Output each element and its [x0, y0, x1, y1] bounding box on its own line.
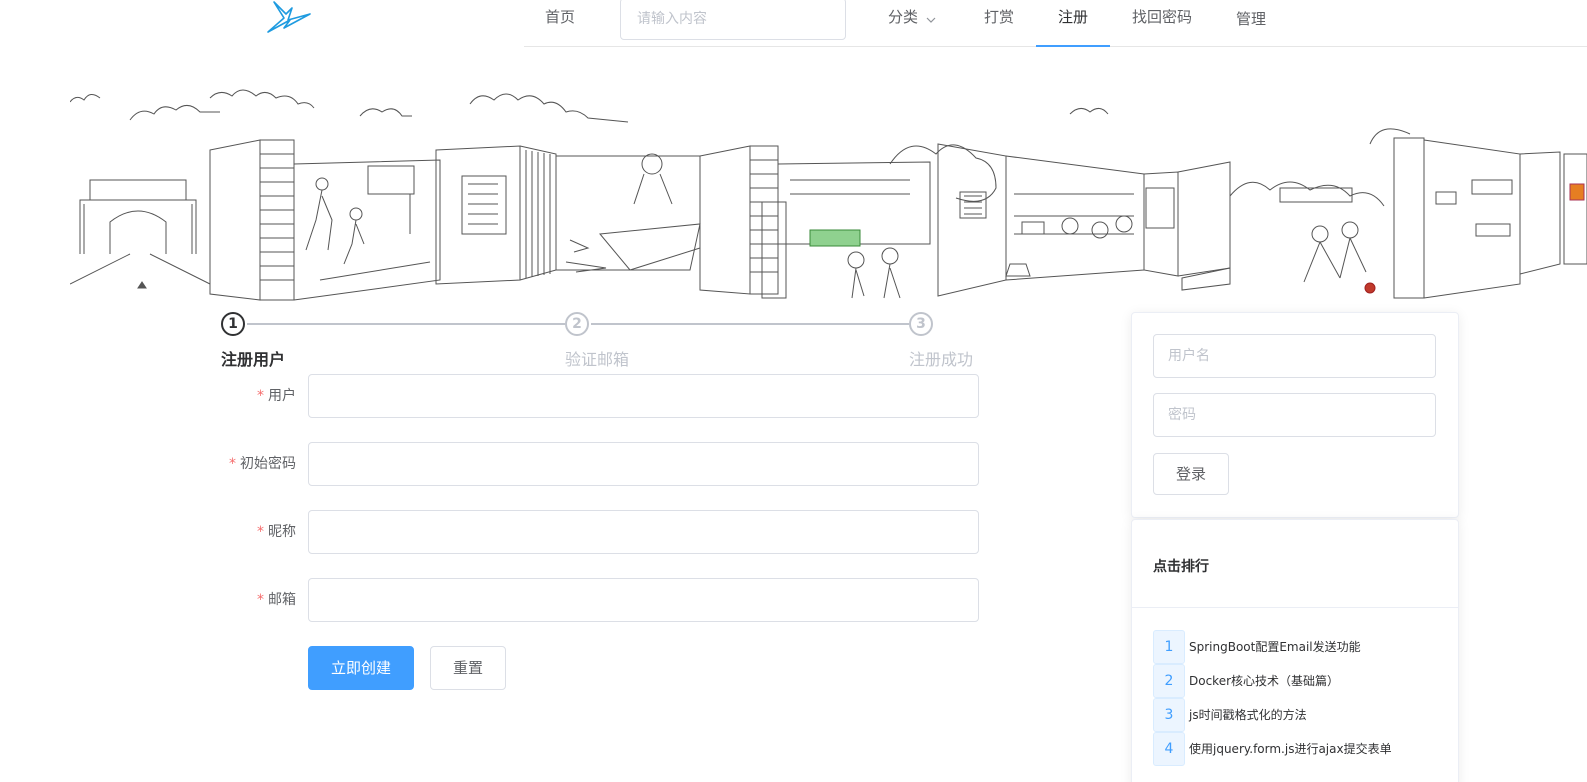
email-field-box [308, 578, 979, 622]
rank-number-badge: 2 [1153, 664, 1185, 698]
login-username-input[interactable] [1154, 335, 1435, 377]
nav-category[interactable]: 分类 [888, 0, 936, 47]
nav-register[interactable]: 注册 [1036, 0, 1110, 47]
ranking-item-link[interactable]: SpringBoot配置Email发送功能 [1189, 630, 1361, 664]
chevron-down-icon [926, 1, 936, 35]
ranking-item-link[interactable]: js时间戳格式化的方法 [1189, 698, 1307, 732]
rank-number-badge: 1 [1153, 630, 1185, 664]
login-password-input[interactable] [1154, 394, 1435, 436]
search-box [620, 0, 846, 40]
password-field-box [308, 442, 979, 486]
step-connector [591, 323, 909, 325]
nav-home[interactable]: 首页 [545, 0, 575, 47]
username-input[interactable] [309, 375, 978, 417]
step-connector [247, 323, 565, 325]
form-row-password: * 初始密码 [200, 442, 980, 486]
nickname-input[interactable] [309, 511, 978, 553]
login-password-box [1153, 393, 1436, 437]
ranking-list: 1 SpringBoot配置Email发送功能 2 Docker核心技术（基础篇… [1153, 630, 1443, 766]
nav-category-label: 分类 [888, 8, 919, 26]
required-mark: * [257, 524, 264, 540]
nickname-label: * 昵称 [200, 510, 296, 554]
required-mark: * [257, 592, 264, 608]
nickname-label-text: 昵称 [268, 524, 296, 540]
reset-button[interactable]: 重置 [430, 646, 506, 690]
rank-number-badge: 3 [1153, 698, 1185, 732]
site-logo[interactable] [262, 0, 316, 36]
rank-number-badge: 4 [1153, 732, 1185, 766]
password-input[interactable] [309, 443, 978, 485]
login-username-box [1153, 334, 1436, 378]
username-field-box [308, 374, 979, 418]
step-2-title: 验证邮箱 [565, 350, 630, 369]
create-button[interactable]: 立即创建 [308, 646, 414, 690]
ranking-item[interactable]: 4 使用jquery.form.js进行ajax提交表单 [1153, 732, 1443, 766]
step-1-title: 注册用户 [221, 350, 286, 369]
form-row-nickname: * 昵称 [200, 510, 980, 554]
nav-manage[interactable]: 管理 [1236, 2, 1266, 49]
username-label: * 用户 [200, 374, 296, 418]
step-3-circle: 3 [909, 312, 933, 336]
ranking-header: 点击排行 [1132, 520, 1458, 608]
login-card: 登录 [1131, 312, 1459, 518]
register-steps: 1 2 3 注册用户 验证邮箱 注册成功 [221, 310, 981, 370]
required-mark: * [229, 456, 236, 472]
email-label-text: 邮箱 [268, 592, 296, 608]
email-label: * 邮箱 [200, 578, 296, 622]
login-button[interactable]: 登录 [1153, 453, 1229, 495]
campus-illustration-image [69, 89, 1587, 301]
ranking-item[interactable]: 2 Docker核心技术（基础篇） [1153, 664, 1443, 698]
form-row-email: * 邮箱 [200, 578, 980, 622]
step-3-title: 注册成功 [909, 350, 974, 369]
lightning-bird-logo-icon [267, 1, 311, 33]
step-1-circle: 1 [221, 312, 245, 336]
ranking-title: 点击排行 [1153, 559, 1209, 575]
password-label-text: 初始密码 [240, 456, 296, 472]
search-input[interactable] [621, 0, 845, 39]
nav-reward[interactable]: 打赏 [984, 0, 1014, 47]
ranking-item-link[interactable]: 使用jquery.form.js进行ajax提交表单 [1189, 732, 1392, 766]
nickname-field-box [308, 510, 979, 554]
top-navigation: 首页 分类 打赏 注册 找回密码 管理 [524, 0, 1587, 47]
nav-recover-password[interactable]: 找回密码 [1132, 0, 1192, 47]
ranking-item-link[interactable]: Docker核心技术（基础篇） [1189, 664, 1339, 698]
click-ranking-card: 点击排行 1 SpringBoot配置Email发送功能 2 Docker核心技… [1131, 519, 1459, 782]
form-row-username: * 用户 [200, 374, 980, 418]
required-mark: * [257, 388, 264, 404]
email-input[interactable] [309, 579, 978, 621]
campus-sketch-banner [69, 84, 1587, 310]
password-label: * 初始密码 [200, 442, 296, 486]
ranking-item[interactable]: 3 js时间戳格式化的方法 [1153, 698, 1443, 732]
ranking-item[interactable]: 1 SpringBoot配置Email发送功能 [1153, 630, 1443, 664]
step-2-circle: 2 [565, 312, 589, 336]
username-label-text: 用户 [268, 388, 296, 404]
